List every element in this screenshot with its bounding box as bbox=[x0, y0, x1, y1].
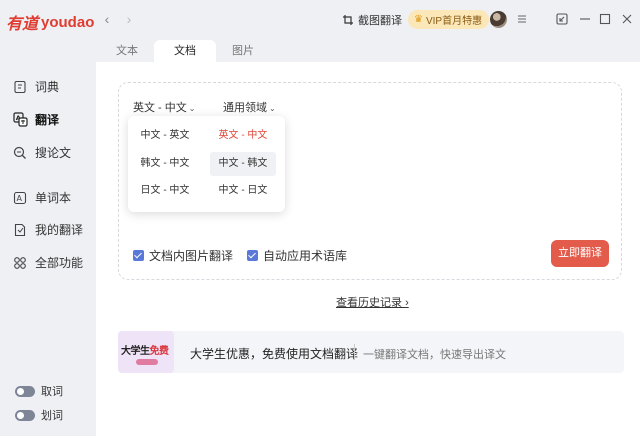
sidebar-item-label: 词典 bbox=[35, 80, 60, 94]
chevron-down-icon: ⌄ bbox=[269, 104, 276, 113]
toggle-word-pick[interactable]: 取词 bbox=[15, 383, 63, 399]
lang-option-zh-ko[interactable]: 中文 - 韩文 bbox=[210, 152, 276, 176]
promo-divider bbox=[354, 344, 355, 360]
sidebar-item-dictionary[interactable]: 词典 bbox=[12, 78, 59, 95]
sidebar-item-wordbook[interactable]: A 单词本 bbox=[12, 189, 71, 206]
student-free-badge-text: 大学生免费 bbox=[121, 346, 169, 357]
screenshot-icon bbox=[343, 15, 353, 25]
maximize-icon[interactable] bbox=[598, 12, 612, 26]
chevron-right-icon: › bbox=[405, 297, 409, 309]
tab-text[interactable]: 文本 bbox=[96, 40, 158, 62]
sidebar-item-search-paper[interactable]: 搜论文 bbox=[12, 144, 71, 161]
avatar[interactable] bbox=[490, 11, 507, 28]
menu-icon[interactable] bbox=[515, 12, 529, 26]
crown-icon: ♛ bbox=[414, 14, 423, 25]
mini-mode-icon[interactable] bbox=[555, 12, 569, 26]
sidebar: 词典 A 翻译 搜论文 A 单词本 我的翻译 全部功能 取词 划词 bbox=[0, 40, 96, 436]
student-free-badge: 大学生免费 bbox=[118, 331, 174, 373]
badge-pill-decoration bbox=[136, 359, 158, 365]
image-translate-checkbox[interactable] bbox=[133, 250, 144, 261]
student-promo-banner[interactable]: 大学生免费 大学生优惠，免费使用文档翻译 一键翻译文档，快速导出译文 bbox=[118, 331, 624, 373]
lang-option-ko-zh[interactable]: 韩文 - 中文 bbox=[132, 152, 198, 176]
language-pair-select[interactable]: 英文 - 中文 ⌄ bbox=[133, 99, 195, 115]
title-bar: 有道 youdao ‹ › 截图翻译 ♛ VIP首月特惠 bbox=[0, 0, 640, 40]
view-history-label: 查看历史记录 bbox=[336, 297, 402, 309]
vip-promo-badge[interactable]: ♛ VIP首月特惠 bbox=[408, 10, 490, 29]
term-library-label: 自动应用术语库 bbox=[263, 249, 348, 263]
lang-option-ja-zh[interactable]: 日文 - 中文 bbox=[132, 179, 198, 203]
word-pick-toggle[interactable] bbox=[15, 385, 35, 397]
logo-en-text: youdao bbox=[41, 13, 95, 31]
chevron-down-icon: ⌄ bbox=[188, 104, 196, 113]
lang-option-en-zh[interactable]: 英文 - 中文 bbox=[210, 124, 276, 148]
term-library-checkbox[interactable] bbox=[247, 250, 258, 261]
my-translation-icon bbox=[12, 222, 28, 238]
sidebar-item-label: 我的翻译 bbox=[35, 223, 84, 237]
toggle-word-select[interactable]: 划词 bbox=[15, 407, 63, 423]
domain-value: 通用领域 bbox=[223, 102, 267, 114]
word-select-toggle[interactable] bbox=[15, 409, 35, 421]
search-paper-icon bbox=[12, 145, 28, 161]
promo-subtitle: 一键翻译文档，快速导出译文 bbox=[363, 349, 506, 361]
dictionary-icon bbox=[12, 79, 28, 95]
sidebar-item-label: 翻译 bbox=[35, 113, 60, 127]
forward-arrow-icon[interactable]: › bbox=[122, 11, 136, 27]
tab-bar: 文本 文档 图片 bbox=[96, 40, 640, 62]
svg-text:A: A bbox=[17, 194, 23, 203]
sidebar-item-label: 全部功能 bbox=[35, 256, 84, 270]
term-library-checkbox-row[interactable]: 自动应用术语库 bbox=[247, 247, 347, 264]
logo-cn-text: 有道 bbox=[6, 14, 39, 33]
vip-promo-label: VIP首月特惠 bbox=[425, 16, 483, 27]
main-panel: 英文 - 中文 ⌄ 通用领域 ⌄ 文档内图片翻译 自动应用术语库 立即翻译 中文 -… bbox=[96, 62, 640, 436]
toggle-label: 划词 bbox=[41, 410, 63, 422]
screenshot-translate-button[interactable]: 截图翻译 bbox=[342, 12, 402, 28]
translate-icon: A bbox=[12, 112, 28, 128]
image-translate-label: 文档内图片翻译 bbox=[149, 249, 234, 263]
back-arrow-icon[interactable]: ‹ bbox=[100, 11, 114, 27]
screenshot-translate-label: 截图翻译 bbox=[358, 15, 402, 27]
language-pair-value: 英文 - 中文 bbox=[133, 102, 187, 114]
tab-image[interactable]: 图片 bbox=[212, 40, 274, 62]
lang-option-zh-ja[interactable]: 中文 - 日文 bbox=[210, 179, 276, 203]
minimize-icon[interactable] bbox=[578, 12, 592, 26]
sidebar-item-label: 单词本 bbox=[35, 191, 72, 205]
sidebar-item-translate[interactable]: A 翻译 bbox=[12, 111, 59, 128]
sidebar-item-all-features[interactable]: 全部功能 bbox=[12, 254, 83, 271]
app-logo: 有道 youdao bbox=[6, 10, 94, 34]
all-features-icon bbox=[12, 255, 28, 271]
image-translate-checkbox-row[interactable]: 文档内图片翻译 bbox=[133, 247, 233, 264]
view-history-link[interactable]: 查看历史记录 › bbox=[336, 294, 409, 310]
domain-select[interactable]: 通用领域 ⌄ bbox=[223, 99, 276, 115]
language-pair-dropdown: 中文 - 英文 英文 - 中文 韩文 - 中文 中文 - 韩文 日文 - 中文 … bbox=[128, 116, 285, 212]
sidebar-item-my-translation[interactable]: 我的翻译 bbox=[12, 221, 83, 238]
lang-option-zh-en[interactable]: 中文 - 英文 bbox=[132, 124, 198, 148]
promo-title: 大学生优惠，免费使用文档翻译 bbox=[190, 347, 359, 361]
translate-now-button[interactable]: 立即翻译 bbox=[551, 240, 609, 267]
tab-document[interactable]: 文档 bbox=[154, 40, 216, 62]
toggle-label: 取词 bbox=[41, 386, 63, 398]
sidebar-item-label: 搜论文 bbox=[35, 146, 72, 160]
close-icon[interactable] bbox=[620, 12, 634, 26]
wordbook-icon: A bbox=[12, 190, 28, 206]
